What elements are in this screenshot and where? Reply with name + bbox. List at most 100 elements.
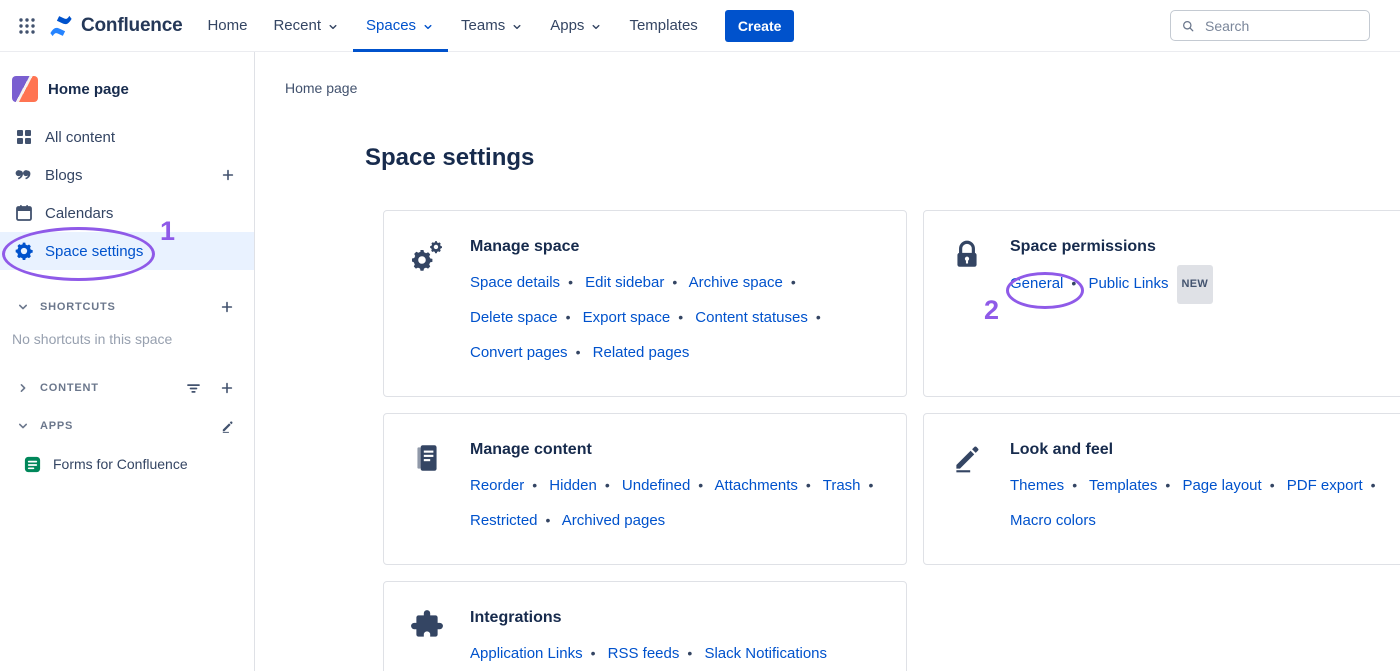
card-link-macro-colors[interactable]: Macro colors	[1010, 512, 1096, 529]
chevron-down-icon	[510, 20, 524, 34]
link-separator: •	[545, 512, 551, 528]
chevron-down-icon	[589, 20, 603, 34]
app-switcher-button[interactable]	[10, 9, 44, 43]
nav-item-templates[interactable]: Templates	[616, 0, 710, 52]
card-link-themes[interactable]: Themes	[1010, 477, 1064, 494]
create-button[interactable]: Create	[724, 9, 795, 42]
card-link-content-statuses[interactable]: Content statuses	[695, 309, 808, 326]
sidebar-section-content: CONTENT	[0, 369, 254, 407]
chevron-down-icon	[421, 20, 435, 34]
card-title: Manage content	[470, 441, 592, 458]
nav-item-home[interactable]: Home	[194, 0, 260, 52]
card-links: Application Links • RSS feeds • Slack Noti…	[470, 636, 827, 671]
link-separator: •	[790, 274, 796, 290]
card-link-general[interactable]: General	[1010, 275, 1063, 292]
card-link-application-links[interactable]: Application Links	[470, 645, 583, 662]
nav-item-teams[interactable]: Teams	[448, 0, 537, 52]
apps-collapse-button[interactable]	[12, 415, 34, 437]
chevron-down-icon	[15, 418, 31, 434]
link-separator: •	[604, 477, 610, 493]
link-separator: •	[1072, 477, 1078, 493]
card-link-delete-space[interactable]: Delete space	[470, 309, 558, 326]
card-link-hidden[interactable]: Hidden	[549, 477, 597, 494]
nav-item-spaces[interactable]: Spaces	[353, 0, 448, 52]
card-link-space-details[interactable]: Space details	[470, 274, 560, 291]
space-header[interactable]: Home page	[0, 76, 254, 102]
card-link-pdf-export[interactable]: PDF export	[1287, 477, 1363, 494]
card-link-restricted[interactable]: Restricted	[470, 512, 538, 529]
puzzle-icon	[410, 609, 444, 643]
link-separator: •	[1370, 477, 1376, 493]
lock-icon	[950, 238, 984, 272]
link-separator: •	[532, 477, 538, 493]
nav-item-apps[interactable]: Apps	[537, 0, 616, 52]
add-blog-button[interactable]	[216, 163, 240, 187]
card-link-rss-feeds[interactable]: RSS feeds	[608, 645, 680, 662]
card-title: Manage space	[470, 238, 580, 255]
card-link-trash[interactable]: Trash	[823, 477, 861, 494]
pencil-icon	[220, 419, 235, 434]
sidebar-item-all-content[interactable]: All content	[0, 118, 254, 156]
nav-item-label: Apps	[550, 17, 585, 34]
link-separator: •	[815, 309, 821, 325]
card-link-related-pages[interactable]: Related pages	[593, 344, 690, 361]
card-look-and-feel: Look and feel Themes • Templates • Page la…	[923, 413, 1400, 565]
card-links: Reorder • Hidden • Undefined • Attachments •…	[470, 468, 888, 538]
search-icon	[1181, 18, 1195, 34]
card-link-templates[interactable]: Templates	[1089, 477, 1157, 494]
card-link-page-layout[interactable]: Page layout	[1182, 477, 1261, 494]
card-link-export-space[interactable]: Export space	[583, 309, 671, 326]
plus-icon	[220, 167, 236, 183]
pencil-icon	[950, 441, 984, 475]
filter-content-button[interactable]	[182, 377, 204, 399]
sidebar-item-forms-for-confluence[interactable]: Forms for Confluence	[0, 445, 254, 483]
sidebar-item-space-settings[interactable]: Space settings	[0, 232, 254, 270]
settings-cards: Manage space Space details • Edit sidebar…	[383, 210, 1400, 671]
edit-apps-button[interactable]	[216, 415, 238, 437]
card-link-archive-space[interactable]: Archive space	[689, 274, 783, 291]
primary-nav: Home Recent Spaces Teams Apps Templates	[194, 0, 710, 52]
no-shortcuts-text: No shortcuts in this space	[12, 331, 173, 347]
card-link-convert-pages[interactable]: Convert pages	[470, 344, 568, 361]
global-search-box[interactable]	[1170, 10, 1370, 41]
card-link-public-links[interactable]: Public Links	[1088, 275, 1168, 292]
shortcuts-collapse-button[interactable]	[12, 296, 34, 318]
sidebar-section-apps: APPS	[0, 407, 254, 445]
card-link-edit-sidebar[interactable]: Edit sidebar	[585, 274, 664, 291]
sidebar-item-label: Forms for Confluence	[53, 456, 188, 472]
card-link-slack-notifications[interactable]: Slack Notifications	[704, 645, 827, 662]
app-switcher-icon	[17, 16, 37, 36]
card-link-undefined[interactable]: Undefined	[622, 477, 690, 494]
main-content: Home page Space settings Manage space Sp…	[255, 52, 1400, 671]
gears-icon	[410, 238, 444, 272]
sidebar-item-calendars[interactable]: Calendars	[0, 194, 254, 232]
link-separator: •	[1071, 275, 1077, 291]
link-separator: •	[672, 274, 678, 290]
confluence-logo-text: Confluence	[81, 14, 183, 36]
nav-item-recent[interactable]: Recent	[260, 0, 353, 52]
chevron-right-icon	[15, 380, 31, 396]
sidebar-item-label: Space settings	[45, 242, 144, 260]
card-title: Space permissions	[1010, 238, 1156, 255]
card-link-reorder[interactable]: Reorder	[470, 477, 524, 494]
nav-item-label: Templates	[629, 17, 698, 34]
card-title: Look and feel	[1010, 441, 1114, 458]
card-manage-space: Manage space Space details • Edit sidebar…	[383, 210, 907, 397]
sidebar-item-blogs[interactable]: Blogs	[0, 156, 254, 194]
content-expand-button[interactable]	[12, 377, 34, 399]
card-title: Integrations	[470, 609, 562, 626]
link-separator: •	[868, 477, 874, 493]
card-link-archived-pages[interactable]: Archived pages	[562, 512, 665, 529]
global-search-input[interactable]	[1202, 16, 1359, 35]
add-shortcut-button[interactable]	[216, 296, 238, 318]
filter-icon	[185, 380, 202, 397]
plus-icon	[219, 380, 235, 396]
plus-icon	[219, 299, 235, 315]
confluence-logo-link[interactable]: Confluence	[48, 13, 183, 39]
grid-icon	[14, 127, 34, 147]
sidebar-item-label: Blogs	[45, 166, 83, 184]
card-link-attachments[interactable]: Attachments	[715, 477, 798, 494]
calendar-icon	[14, 203, 34, 223]
add-content-button[interactable]	[216, 377, 238, 399]
breadcrumb[interactable]: Home page	[285, 80, 357, 96]
